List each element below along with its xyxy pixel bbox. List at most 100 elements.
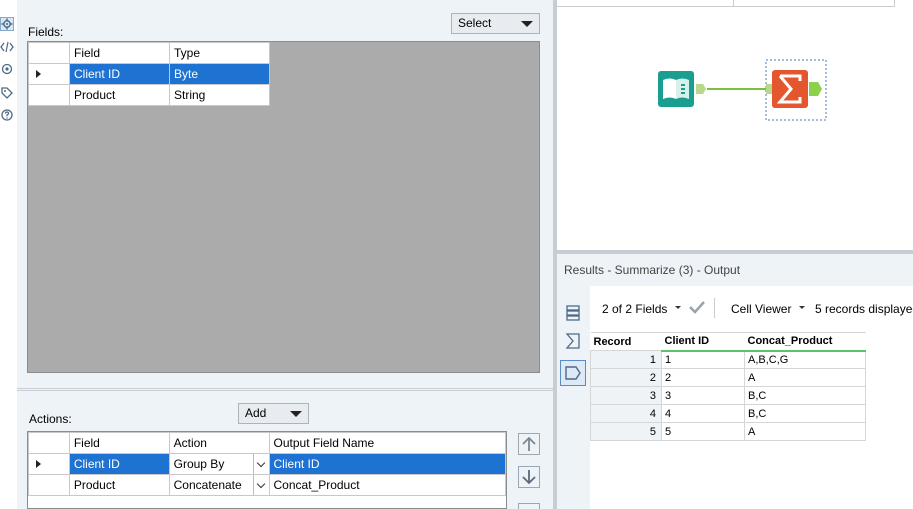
output-field-name-input[interactable]: Concat_Product xyxy=(268,474,506,496)
sigma-icon[interactable] xyxy=(766,70,822,108)
actions-table-header: Field Action Output Field Name xyxy=(28,432,506,454)
fields-table-header: Field Type xyxy=(28,42,270,64)
move-down-button[interactable] xyxy=(518,466,540,488)
results-toolbar: 2 of 2 Fields Cell Viewer 5 records disp… xyxy=(590,296,913,324)
sigma-outline-icon xyxy=(565,333,580,349)
table-view-button[interactable] xyxy=(560,300,586,326)
column-header-field[interactable]: Field xyxy=(69,42,170,64)
table-row[interactable]: 5 5 A xyxy=(590,422,866,441)
tag-icon[interactable] xyxy=(0,86,14,100)
metadata-view-button[interactable] xyxy=(560,328,586,354)
record-number: 1 xyxy=(590,350,662,369)
actions-table: Field Action Output Field Name Client ID… xyxy=(28,432,506,496)
results-panel: Results - Summarize (3) - Output 2 of 2 … xyxy=(557,254,913,509)
app-root: Fields: Select Field Type Client ID Byte xyxy=(0,0,913,509)
rows-icon xyxy=(566,305,580,321)
output-anchor-button[interactable] xyxy=(560,360,586,386)
anchor-tag-icon xyxy=(565,366,581,380)
code-icon[interactable] xyxy=(0,40,14,54)
cell-viewer-button[interactable]: Cell Viewer xyxy=(731,302,791,316)
column-header-action[interactable]: Action xyxy=(168,432,270,454)
results-table: Record Client ID Concat_Product 1 1 A,B,… xyxy=(590,332,866,441)
caret-down-icon[interactable] xyxy=(675,300,681,317)
record-number: 5 xyxy=(590,422,662,441)
select-dropdown[interactable]: Select xyxy=(451,13,540,34)
row-selector[interactable] xyxy=(28,63,70,85)
fields-selector[interactable]: 2 of 2 Fields xyxy=(602,302,667,316)
record-number: 2 xyxy=(590,368,662,387)
fields-grid: Field Type Client ID Byte Product String xyxy=(27,41,540,373)
results-table-header: Record Client ID Concat_Product xyxy=(590,332,866,352)
type-cell[interactable]: Byte xyxy=(169,63,270,85)
field-cell[interactable]: Client ID xyxy=(68,453,170,475)
table-row[interactable]: Client ID Group By Client ID xyxy=(28,453,506,475)
row-selector[interactable] xyxy=(28,474,70,496)
caret-down-icon[interactable] xyxy=(799,300,805,317)
output-field-name-input[interactable]: Client ID xyxy=(268,453,506,475)
gear-icon[interactable] xyxy=(0,17,14,31)
concat-product-cell[interactable]: B,C xyxy=(744,404,866,423)
caret-down-icon xyxy=(290,411,302,417)
record-number: 3 xyxy=(590,386,662,405)
results-side-toolbar xyxy=(557,286,590,509)
arrow-down-icon xyxy=(522,470,536,485)
row-header-corner xyxy=(28,42,70,64)
panel-splitter[interactable] xyxy=(17,388,553,391)
caret-down-icon xyxy=(521,21,533,27)
table-row[interactable]: 1 1 A,B,C,G xyxy=(590,350,866,369)
column-header-concat-product[interactable]: Concat_Product xyxy=(744,332,866,352)
table-row[interactable]: 3 3 B,C xyxy=(590,386,866,405)
workflow-canvas[interactable] xyxy=(557,0,913,250)
action-value: Group By xyxy=(173,457,225,471)
type-cell[interactable]: String xyxy=(169,84,270,106)
remove-button[interactable] xyxy=(518,503,540,509)
column-header-record[interactable]: Record xyxy=(590,332,662,351)
table-row[interactable]: 2 2 A xyxy=(590,368,866,387)
concat-product-cell[interactable]: A xyxy=(744,422,866,441)
concat-product-cell[interactable]: A,B,C,G xyxy=(744,350,866,369)
action-value: Concatenate xyxy=(173,478,242,492)
table-row[interactable]: Product String xyxy=(28,84,270,106)
toolbar-separator xyxy=(714,298,715,318)
results-title: Results - Summarize (3) - Output xyxy=(557,254,913,286)
book-input-icon[interactable] xyxy=(658,71,706,107)
fields-table: Field Type Client ID Byte Product String xyxy=(28,42,270,106)
table-row[interactable]: 4 4 B,C xyxy=(590,404,866,423)
client-id-cell[interactable]: 4 xyxy=(661,404,745,423)
fields-label: Fields: xyxy=(28,25,64,39)
help-icon[interactable] xyxy=(0,108,14,122)
config-side-toolbar xyxy=(0,0,17,509)
row-selector[interactable] xyxy=(28,84,70,106)
column-header-type[interactable]: Type xyxy=(169,42,270,64)
table-row[interactable]: Client ID Byte xyxy=(28,63,270,85)
move-up-button[interactable] xyxy=(518,433,540,455)
add-dropdown[interactable]: Add xyxy=(238,403,309,424)
gear-arrow-icon[interactable] xyxy=(0,62,14,76)
client-id-cell[interactable]: 5 xyxy=(661,422,745,441)
column-header-field[interactable]: Field xyxy=(68,432,170,454)
field-cell[interactable]: Product xyxy=(68,474,170,496)
configuration-panel: Fields: Select Field Type Client ID Byte xyxy=(17,0,553,509)
client-id-cell[interactable]: 2 xyxy=(661,368,745,387)
field-cell[interactable]: Client ID xyxy=(69,63,170,85)
chevron-down-icon[interactable] xyxy=(252,454,269,474)
column-header-output-field-name[interactable]: Output Field Name xyxy=(268,432,506,454)
chevron-down-icon[interactable] xyxy=(252,475,269,495)
action-select[interactable]: Concatenate xyxy=(168,474,270,496)
column-header-client-id[interactable]: Client ID xyxy=(661,332,745,352)
record-number: 4 xyxy=(590,404,662,423)
field-cell[interactable]: Product xyxy=(69,84,170,106)
checkmark-icon[interactable] xyxy=(688,299,706,318)
add-dropdown-label: Add xyxy=(245,406,267,420)
row-header-corner xyxy=(28,432,70,454)
client-id-cell[interactable]: 3 xyxy=(661,386,745,405)
records-displayed-text: 5 records displayed xyxy=(815,302,913,316)
concat-product-cell[interactable]: A xyxy=(744,368,866,387)
table-row[interactable]: Product Concatenate Concat_Product xyxy=(28,474,506,496)
row-pointer-icon xyxy=(36,460,41,468)
row-selector[interactable] xyxy=(28,453,70,475)
action-select[interactable]: Group By xyxy=(168,453,270,475)
actions-label: Actions: xyxy=(29,412,72,426)
client-id-cell[interactable]: 1 xyxy=(661,350,745,369)
concat-product-cell[interactable]: B,C xyxy=(744,386,866,405)
